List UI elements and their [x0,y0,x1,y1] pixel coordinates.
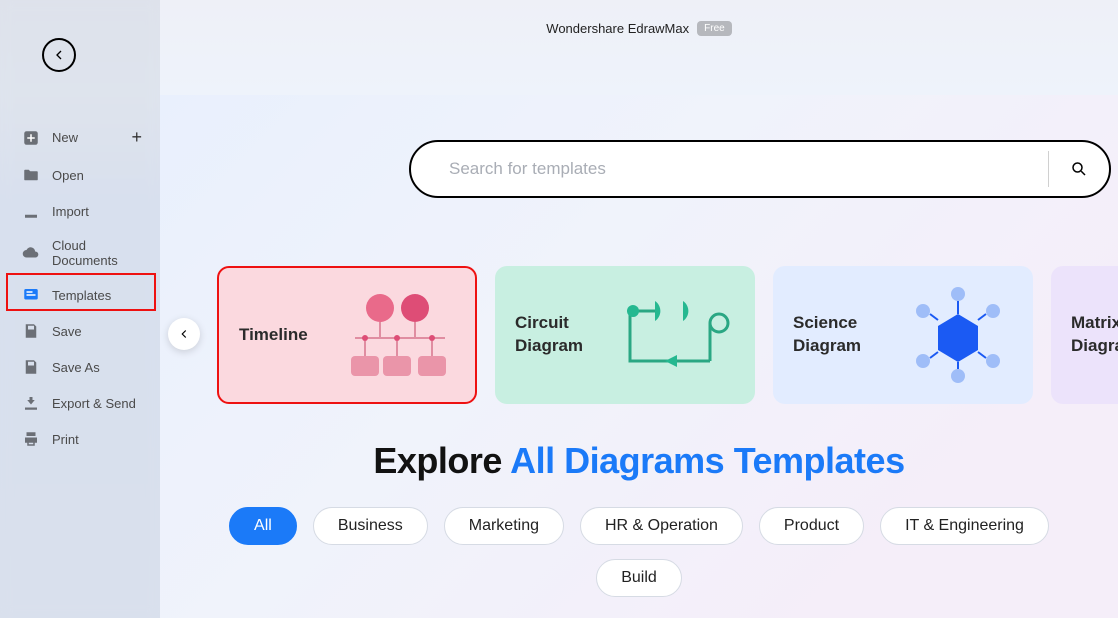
sidebar-item-label: Save [52,324,82,339]
sidebar-item-label: Open [52,168,84,183]
pill-all[interactable]: All [229,507,297,545]
headline: Explore All Diagrams Templates [160,440,1118,482]
headline-prefix: Explore [373,440,510,481]
import-icon [22,202,40,220]
save-icon [22,322,40,340]
sidebar-item-label: Import [52,204,89,219]
sidebar-item-label: Cloud Documents [52,238,142,268]
folder-icon [22,166,40,184]
card-label: Science Diagram [793,312,861,358]
pill-product[interactable]: Product [759,507,864,545]
search-icon [1070,160,1088,178]
back-button[interactable] [42,38,76,72]
app-title: Wondershare EdrawMax [546,21,689,36]
scroll-left-button[interactable] [168,318,200,350]
cloud-icon [22,244,40,262]
pill-it-engineering[interactable]: IT & Engineering [880,507,1049,545]
sidebar-item-label: Save As [52,360,100,375]
chevron-left-icon [177,327,191,341]
sidebar-menu: New + Open Import Cloud Documents [0,118,160,457]
sidebar-item-cloud-documents[interactable]: Cloud Documents [0,229,160,277]
templates-icon [22,286,40,304]
timeline-art-icon [335,278,465,396]
content-area: Timeline Circuit Diagram [160,95,1118,618]
sidebar: New + Open Import Cloud Documents [0,0,160,618]
category-pills: All Business Marketing HR & Operation Pr… [160,507,1118,618]
sidebar-item-save[interactable]: Save [0,313,160,349]
pill-marketing[interactable]: Marketing [444,507,564,545]
sidebar-item-templates[interactable]: Templates [0,277,160,313]
new-icon [22,129,40,147]
circuit-art-icon [615,276,745,394]
header: Wondershare EdrawMax Free [160,0,1118,56]
free-badge: Free [697,21,732,36]
sidebar-item-save-as[interactable]: Save As [0,349,160,385]
sidebar-item-label: Print [52,432,79,447]
sidebar-item-label: Templates [52,288,111,303]
card-matrix-diagram[interactable]: Matrix Diagram [1051,266,1118,404]
card-label: Matrix Diagram [1071,312,1118,358]
sidebar-item-label: New [52,130,78,145]
sidebar-item-new[interactable]: New + [0,118,160,157]
sidebar-item-print[interactable]: Print [0,421,160,457]
search-input[interactable] [411,159,1048,179]
sidebar-item-import[interactable]: Import [0,193,160,229]
sidebar-item-label: Export & Send [52,396,136,411]
sidebar-item-open[interactable]: Open [0,157,160,193]
sidebar-item-export-send[interactable]: Export & Send [0,385,160,421]
card-timeline[interactable]: Timeline [217,266,477,404]
print-icon [22,430,40,448]
arrow-left-icon [51,47,67,63]
search-button[interactable] [1049,142,1109,196]
export-icon [22,394,40,412]
template-cards: Timeline Circuit Diagram [217,266,1118,404]
pill-build[interactable]: Build [596,559,682,597]
card-label: Circuit Diagram [515,312,583,358]
card-circuit-diagram[interactable]: Circuit Diagram [495,266,755,404]
search-bar [409,140,1111,198]
plus-icon[interactable]: + [131,127,142,148]
pill-hr-operation[interactable]: HR & Operation [580,507,743,545]
headline-suffix: All Diagrams Templates [510,440,904,481]
pill-business[interactable]: Business [313,507,428,545]
card-label: Timeline [239,324,308,347]
save-as-icon [22,358,40,376]
science-art-icon [893,276,1023,394]
card-science-diagram[interactable]: Science Diagram [773,266,1033,404]
